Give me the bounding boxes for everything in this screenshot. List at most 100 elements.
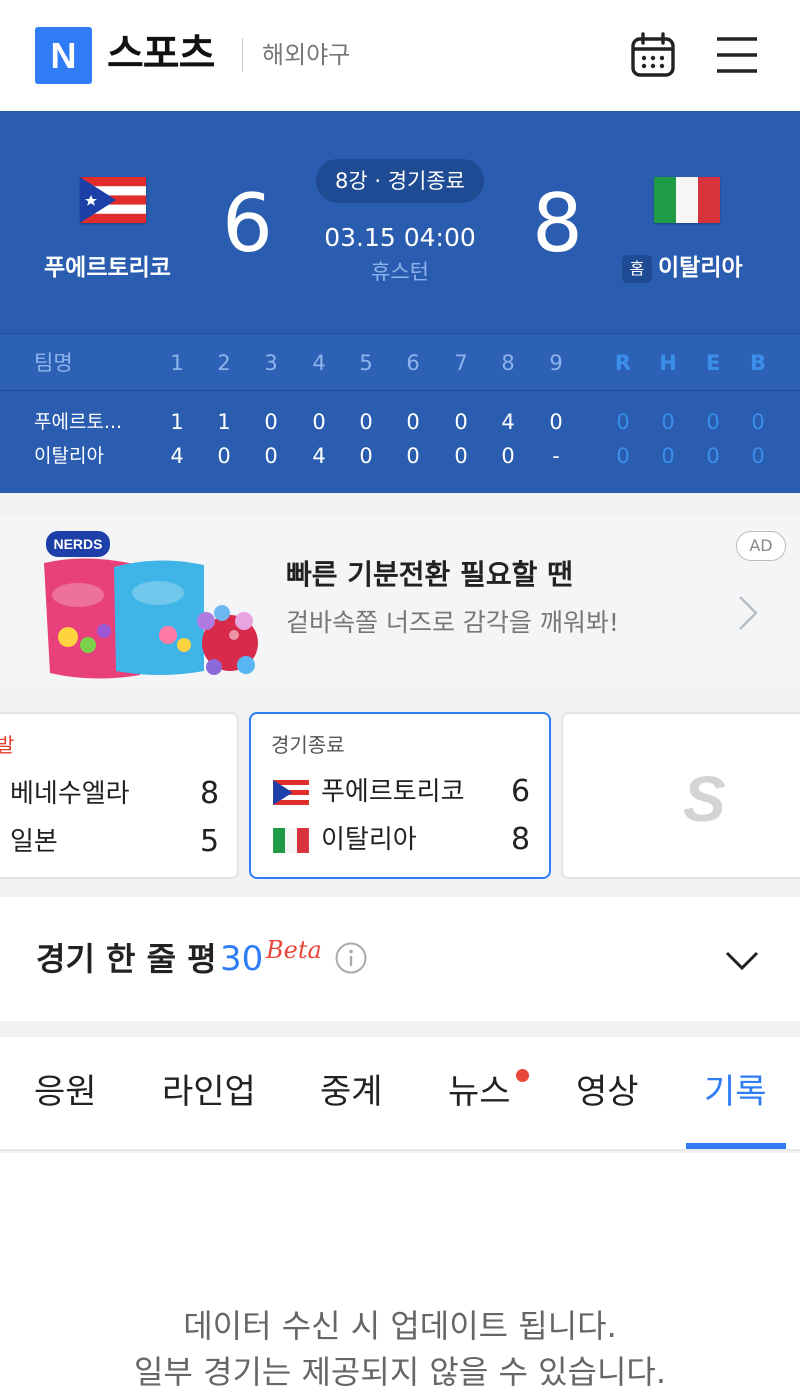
inning-score: 0 <box>406 410 420 434</box>
inning-score: 0 <box>264 410 278 434</box>
runs-value: 0 <box>616 410 630 434</box>
tab-cheer[interactable]: 응원 <box>34 1067 97 1117</box>
empty-state: 데이터 수신 시 업데이트 됩니다. 일부 경기는 제공되지 않을 수 있습니다… <box>0 1153 800 1390</box>
game-card-team: 일본 5 <box>0 822 237 862</box>
inning-score: 0 <box>359 410 373 434</box>
away-team-name[interactable]: 푸에르토리코 <box>44 251 171 285</box>
hamburger-menu-icon <box>717 37 757 73</box>
inning-header: 1 <box>170 351 184 375</box>
inning-score: 0 <box>312 410 326 434</box>
linescore-row-home: 이탈리아 4 0 0 4 0 0 0 0 - 0 0 0 0 <box>0 439 800 473</box>
team-name: 베네수엘라 <box>10 779 130 809</box>
inning-header: 6 <box>406 351 420 375</box>
brand-title[interactable]: 스포츠 <box>107 28 215 80</box>
hits-value: 0 <box>661 410 675 434</box>
inning-score: 0 <box>454 410 468 434</box>
linescore-team: 푸에르토... <box>34 411 123 433</box>
inning-score: 4 <box>501 410 515 434</box>
ad-banner[interactable]: NERDS 빠른 기분전환 필요할 땐 겉바속쫄 너즈로 감각을 깨워봐! AD <box>0 515 800 687</box>
walks-value: 0 <box>751 410 765 434</box>
inning-header: 4 <box>312 351 326 375</box>
section-name[interactable]: 해외야구 <box>262 38 350 72</box>
errors-value: 0 <box>706 410 720 434</box>
inning-header: 3 <box>264 351 278 375</box>
league-logo-icon: S <box>683 763 726 835</box>
one-line-review[interactable]: 경기 한 줄 평 30 Beta <box>0 897 800 1021</box>
errors-header: E <box>705 351 721 375</box>
home-team-name[interactable]: 이탈리아 <box>658 251 743 285</box>
tab-lineup[interactable]: 라인업 <box>162 1067 256 1117</box>
game-card-current[interactable]: 경기종료 푸에르토리코 6 이탈리아 8 <box>249 712 551 879</box>
home-badge: 홈 <box>622 255 652 283</box>
hits-header: H <box>659 351 677 375</box>
naver-logo[interactable]: N <box>35 27 92 84</box>
inning-score: - <box>552 444 560 468</box>
team-score: 5 <box>200 824 220 859</box>
inning-score: 0 <box>406 444 420 468</box>
team-name: 이탈리아 <box>321 825 417 855</box>
game-card-team: 이탈리아 8 <box>251 820 549 860</box>
game-card-team: 베네수엘라 8 <box>0 774 237 814</box>
italy-flag-icon <box>654 177 720 223</box>
linescore-team: 이탈리아 <box>34 445 104 467</box>
walks-header: B <box>749 351 766 375</box>
info-icon[interactable] <box>334 941 368 975</box>
inning-score: 4 <box>312 444 326 468</box>
italy-flag-icon <box>273 828 309 853</box>
inning-score: 0 <box>217 444 231 468</box>
game-card-prev[interactable]: 발 베네수엘라 8 일본 5 <box>0 712 239 879</box>
game-card-next[interactable]: S <box>561 712 800 879</box>
inning-score: 1 <box>170 410 184 434</box>
runs-value: 0 <box>616 444 630 468</box>
inning-score: 1 <box>217 410 231 434</box>
ad-badge[interactable]: AD <box>736 531 786 561</box>
home-score: 8 <box>532 177 583 270</box>
inning-score: 0 <box>501 444 515 468</box>
tab-video[interactable]: 영상 <box>576 1067 639 1117</box>
errors-value: 0 <box>706 444 720 468</box>
puerto-rico-flag-icon <box>80 177 146 223</box>
game-status-badge: 8강 · 경기종료 <box>316 159 484 203</box>
chevron-down-icon[interactable] <box>722 943 762 979</box>
page: N 스포츠 해외야구 푸에르토리코 6 8강 · 경기종료 03.15 04:0… <box>0 0 800 1390</box>
calendar-icon <box>631 32 675 77</box>
inning-score: 0 <box>359 444 373 468</box>
team-name: 푸에르토리코 <box>321 777 465 807</box>
linescore-header: 팀명 1 2 3 4 5 6 7 8 9 R H E B <box>0 333 800 391</box>
ad-title[interactable]: 빠른 기분전환 필요할 땐 <box>286 555 573 595</box>
tab-records[interactable]: 기록 <box>704 1067 767 1117</box>
active-tab-indicator <box>686 1143 786 1149</box>
inning-score: 4 <box>170 444 184 468</box>
inning-header: 8 <box>501 351 515 375</box>
inning-score: 0 <box>264 444 278 468</box>
ad-subtitle[interactable]: 겉바속쫄 너즈로 감각을 깨워봐! <box>286 605 619 641</box>
empty-message: 일부 경기는 제공되지 않을 수 있습니다. <box>133 1353 667 1390</box>
scoreboard: 푸에르토리코 6 8강 · 경기종료 03.15 04:00 휴스턴 8 홈 이… <box>0 111 800 493</box>
tab-broadcast[interactable]: 중계 <box>320 1067 383 1117</box>
game-card-team: 푸에르토리코 6 <box>251 772 549 812</box>
review-count: 30 <box>220 939 264 979</box>
puerto-rico-flag-icon <box>273 780 309 805</box>
inning-header: 2 <box>217 351 231 375</box>
top-header: N 스포츠 해외야구 <box>0 0 800 111</box>
brand-divider <box>242 38 243 72</box>
chevron-right-icon[interactable] <box>732 593 762 633</box>
game-carousel[interactable]: 발 베네수엘라 8 일본 5 경기종료 푸에르토리코 6 이탈리아 8 S <box>0 687 800 897</box>
empty-message: 데이터 수신 시 업데이트 됩니다. <box>183 1307 617 1345</box>
inning-score: 0 <box>454 444 468 468</box>
menu-button[interactable] <box>714 32 760 78</box>
game-datetime: 03.15 04:00 <box>324 223 476 252</box>
game-tabs: 응원 라인업 중계 뉴스 영상 기록 <box>0 1037 800 1151</box>
hits-value: 0 <box>661 444 675 468</box>
ad-product-name: NERDS <box>53 536 102 552</box>
inning-header: 9 <box>549 351 563 375</box>
calendar-button[interactable] <box>628 30 678 80</box>
team-name: 일본 <box>10 827 58 857</box>
linescore-row-away: 푸에르토... 1 1 0 0 0 0 0 4 0 0 0 0 0 <box>0 405 800 439</box>
game-venue: 휴스턴 <box>371 260 429 284</box>
tab-news[interactable]: 뉴스 <box>448 1067 511 1117</box>
ad-product-image[interactable]: NERDS <box>38 525 258 681</box>
team-score: 8 <box>511 822 531 857</box>
inning-score: 0 <box>549 410 563 434</box>
team-score: 8 <box>200 776 220 811</box>
